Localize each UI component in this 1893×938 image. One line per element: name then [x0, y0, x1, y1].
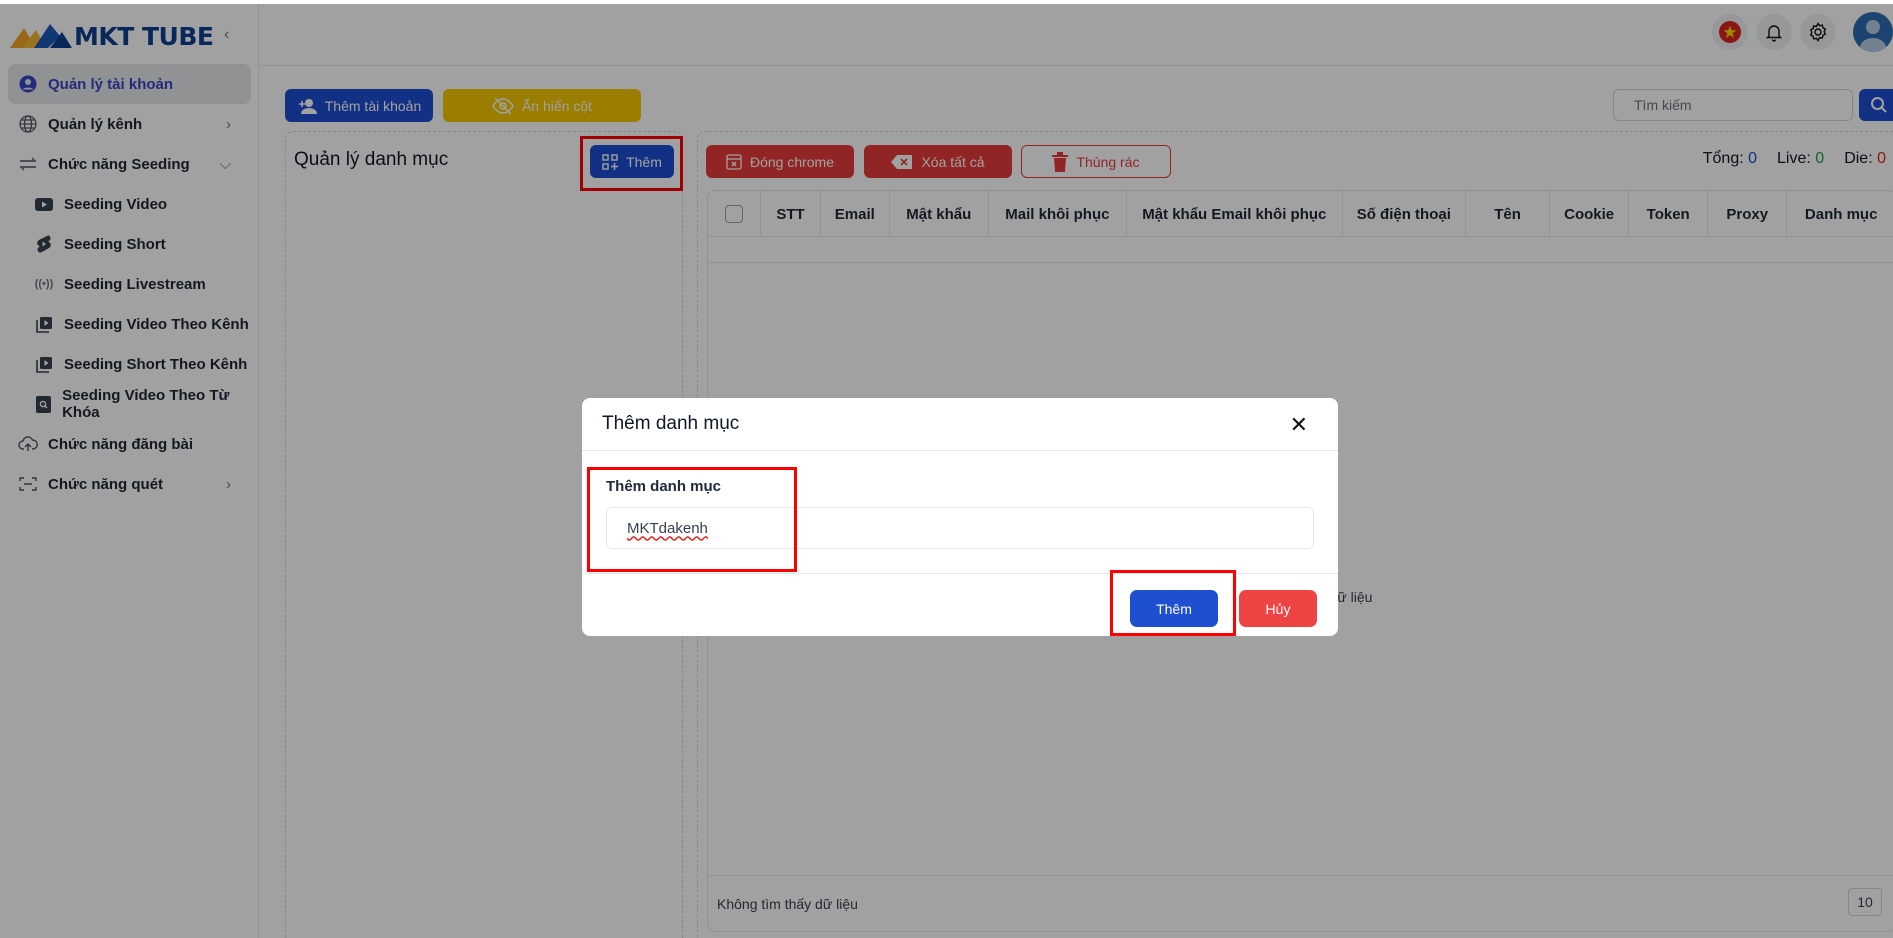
category-name-value: MKTdakenh [627, 519, 708, 537]
modal-title: Thêm danh mục [582, 398, 1338, 451]
cancel-button[interactable]: Hủy [1239, 590, 1317, 627]
add-category-modal: Thêm danh mục ✕ Thêm danh mục MKTdakenh … [582, 398, 1338, 636]
category-name-input[interactable]: MKTdakenh [606, 507, 1314, 549]
close-icon[interactable]: ✕ [1290, 412, 1308, 438]
category-field-label: Thêm danh mục [606, 478, 722, 495]
app: MKT TUBE ‹ Quản lý tài khoản Quản lý kên… [0, 0, 1893, 938]
confirm-add-button[interactable]: Thêm [1130, 590, 1218, 627]
modal-footer: Thêm Hủy [582, 573, 1338, 636]
